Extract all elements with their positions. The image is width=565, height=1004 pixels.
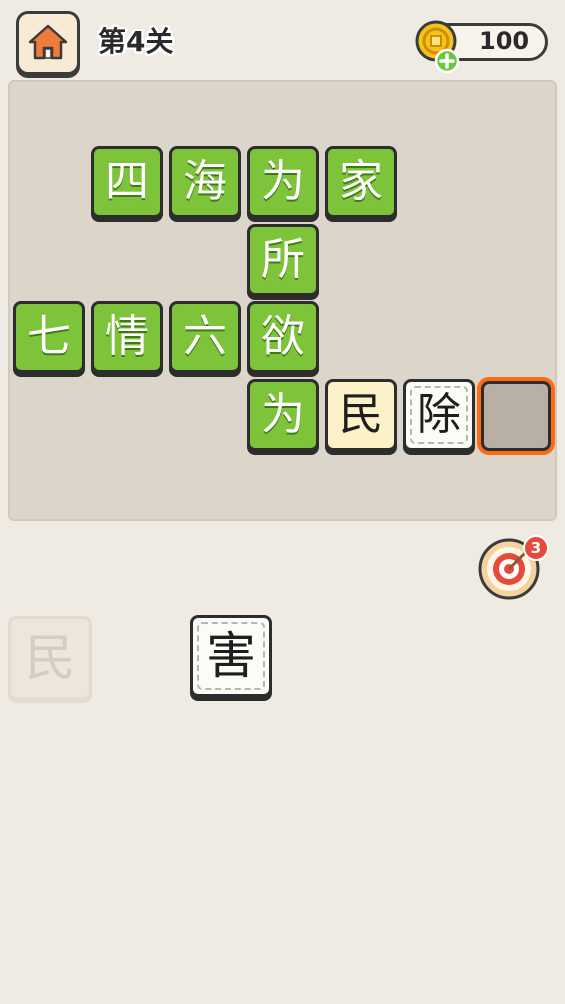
board-tile: 为 [247,379,319,451]
coin-value: 100 [479,27,530,55]
board-tile: 六 [169,301,241,373]
board-tile: 所 [247,224,319,296]
home-button[interactable] [16,11,80,75]
bank-tile[interactable]: 害 [190,615,272,697]
board-tile: 为 [247,146,319,218]
board-tile: 欲 [247,301,319,373]
board-tile-given: 除 [403,379,475,451]
bank-tile-used: 民 [8,616,92,700]
board-tile: 四 [91,146,163,218]
board-tile: 情 [91,301,163,373]
board-tile-filled[interactable]: 民 [325,379,397,451]
board-tile-empty-selected[interactable] [481,381,551,451]
board-tile: 海 [169,146,241,218]
home-icon [28,24,68,60]
level-title: 第4关 [98,25,174,58]
game-screen: 第4关 100 四 海 为 家 所 七 情 六 欲 为 民 除 3 民 害 [0,0,565,1004]
plus-icon[interactable] [434,48,460,74]
hint-count-badge: 3 [523,535,549,561]
board-tile: 家 [325,146,397,218]
board-tile: 七 [13,301,85,373]
